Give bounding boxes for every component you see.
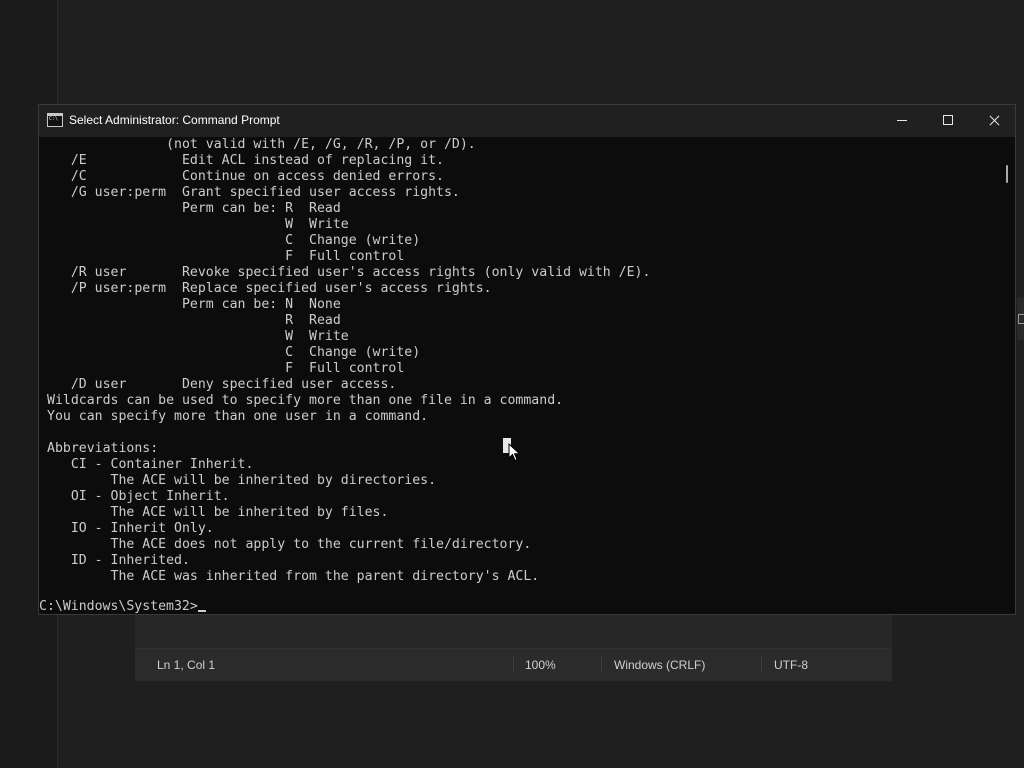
console-line: The ACE will be inherited by files. — [47, 505, 389, 520]
console-line: ID - Inherited. — [47, 553, 190, 568]
console-line: You can specify more than one user in a … — [47, 409, 429, 424]
title-bar[interactable]: Select Administrator: Command Prompt — [39, 105, 1015, 137]
maximize-button[interactable] — [925, 105, 971, 137]
console-line: OI - Object Inherit. — [47, 489, 230, 504]
text-cursor — [197, 610, 206, 612]
console-lines: (not valid with /E, /G, /R, /P, or /D). … — [47, 137, 650, 585]
scrollbar-thumb[interactable] — [1006, 165, 1008, 183]
console-line: R Read — [47, 313, 341, 328]
console-line: The ACE was inherited from the parent di… — [47, 569, 540, 584]
console-line: F Full control — [47, 249, 405, 264]
cmd-icon[interactable] — [47, 113, 63, 127]
status-separator — [513, 657, 514, 673]
status-line-ending[interactable]: Windows (CRLF) — [614, 658, 705, 672]
console-line: /G user:perm Grant specified user access… — [47, 185, 460, 200]
console-line: /P user:perm Replace specified user's ac… — [47, 281, 492, 296]
command-prompt-window[interactable]: Select Administrator: Command Prompt (no… — [38, 104, 1016, 615]
notepad-status-bar: Ln 1, Col 1 100% Windows (CRLF) UTF-8 — [135, 648, 892, 681]
prompt-path: C:\Windows\System32> — [39, 599, 198, 614]
mouse-pointer-icon — [508, 443, 521, 462]
vertical-scrollbar[interactable] — [999, 137, 1015, 615]
console-line: Wildcards can be used to specify more th… — [47, 393, 564, 408]
console-line: Perm can be: N None — [47, 297, 341, 312]
console-line: IO - Inherit Only. — [47, 521, 214, 536]
console-line: Perm can be: R Read — [47, 201, 341, 216]
background-scrollbar-arrow-icon[interactable] — [1017, 298, 1024, 340]
console-line: C Change (write) — [47, 233, 421, 248]
console-line: C Change (write) — [47, 345, 421, 360]
minimize-button[interactable] — [879, 105, 925, 137]
console-line: The ACE does not apply to the current fi… — [47, 537, 532, 552]
console-line: /D user Deny specified user access. — [47, 377, 397, 392]
console-line: /R user Revoke specified user's access r… — [47, 265, 651, 280]
status-zoom[interactable]: 100% — [525, 658, 556, 672]
status-separator — [601, 657, 602, 673]
window-title: Select Administrator: Command Prompt — [69, 113, 280, 127]
console-line: CI - Container Inherit. — [47, 457, 254, 472]
console-line: /E Edit ACL instead of replacing it. — [47, 153, 444, 168]
console-output[interactable]: (not valid with /E, /G, /R, /P, or /D). … — [39, 137, 999, 615]
command-prompt-line[interactable]: C:\Windows\System32> — [39, 599, 206, 615]
console-line: The ACE will be inherited by directories… — [47, 473, 437, 488]
status-separator — [761, 657, 762, 673]
console-line: W Write — [47, 217, 349, 232]
status-position: Ln 1, Col 1 — [157, 658, 216, 672]
console-line: F Full control — [47, 361, 405, 376]
console-line: /C Continue on access denied errors. — [47, 169, 444, 184]
close-button[interactable] — [971, 105, 1017, 137]
console-line: Abbreviations: — [47, 441, 159, 456]
console-line: (not valid with /E, /G, /R, /P, or /D). — [47, 137, 476, 152]
console-line: W Write — [47, 329, 349, 344]
status-encoding[interactable]: UTF-8 — [774, 658, 808, 672]
